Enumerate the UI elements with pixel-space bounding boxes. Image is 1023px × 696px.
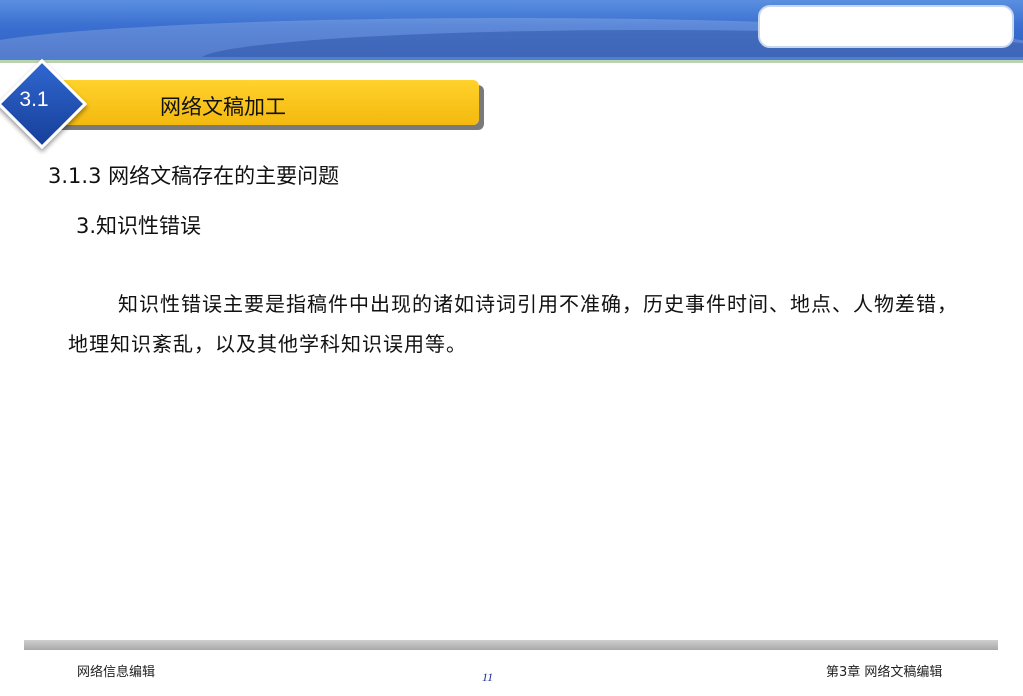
page-number: 11 [482, 670, 494, 684]
footer-course-title: 网络信息编辑 [77, 665, 156, 680]
header-divider-green [0, 60, 1023, 63]
footer-bar [24, 640, 998, 650]
header-logo-box [758, 5, 1014, 48]
section-number: 3.1 [19, 88, 49, 111]
footer-chapter-title: 第3章 网络文稿编辑 [826, 665, 943, 680]
body-paragraph: 知识性错误主要是指稿件中出现的诸如诗词引用不准确，历史事件时间、地点、人物差错，… [68, 292, 958, 356]
subheading: 3.1.3 网络文稿存在的主要问题 [48, 164, 340, 188]
point-heading: 3.知识性错误 [76, 214, 202, 238]
section-title: 网络文稿加工 [160, 95, 286, 119]
